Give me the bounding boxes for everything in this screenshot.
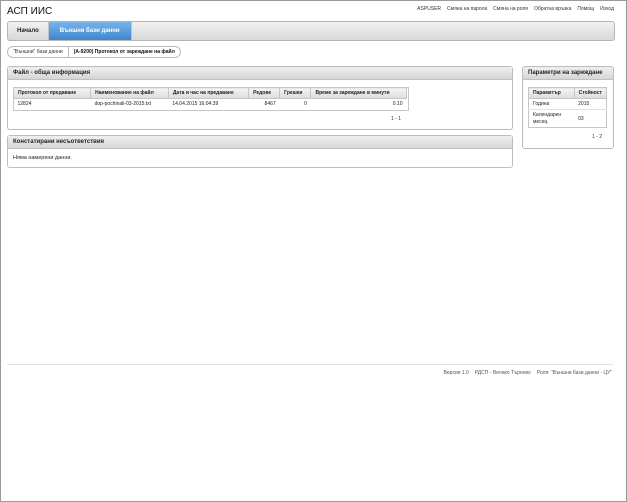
load-params-pager: 1 - 2 xyxy=(592,134,603,140)
load-params-table: Параметър Стойност Година 2015 Календаре… xyxy=(528,87,608,128)
app-title: АСП ИИС xyxy=(7,6,53,17)
col-datetime[interactable]: Дата и час на предаване xyxy=(167,87,250,99)
cell-value: 03 xyxy=(574,109,607,128)
cell-value: 2015 xyxy=(574,98,607,110)
cell-file-name: dop-pochinali-03-2015.txt xyxy=(90,98,169,109)
breadcrumb-external-db[interactable]: "Външни" бази данни xyxy=(7,46,69,58)
table-row[interactable]: Календарен месец 03 xyxy=(528,109,607,128)
cell-rows: 8467 xyxy=(248,98,280,109)
footer-divider xyxy=(7,364,613,365)
issues-panel: Констатирани несъответствия Няма намерен… xyxy=(7,135,513,168)
table-row[interactable]: 12824 dop-pochinali-03-2015.txt 14.04.20… xyxy=(13,98,407,109)
load-params-panel: Параметри на зареждане Параметър Стойнос… xyxy=(522,66,614,149)
footer-role: Роля: "Външни бази данни - ЦУ" xyxy=(536,370,612,376)
change-role-link[interactable]: Смяна на роля xyxy=(493,6,528,12)
file-info-panel: Файл - обща информация Протокол от преда… xyxy=(7,66,513,130)
logout-link[interactable]: Изход xyxy=(600,6,614,12)
table-row[interactable]: Година 2015 xyxy=(528,98,607,110)
user-link[interactable]: ASPUSER xyxy=(417,6,441,12)
load-params-panel-title: Параметри на зареждане xyxy=(523,67,613,80)
breadcrumb: "Външни" бази данни (A-9200) Протокол от… xyxy=(7,46,181,58)
nav-tab-home[interactable]: Начало xyxy=(8,22,49,40)
main-navbar: Начало Външни бази данни xyxy=(7,21,615,41)
change-password-link[interactable]: Смяна на парола xyxy=(447,6,487,12)
cell-datetime: 14.04.2015 16:04:39 xyxy=(168,98,249,109)
col-parameter[interactable]: Параметър xyxy=(528,87,575,99)
cell-parameter: Календарен месец xyxy=(528,109,575,128)
file-info-pager: 1 - 1 xyxy=(391,116,402,122)
col-rows[interactable]: Редове xyxy=(248,87,281,99)
col-value[interactable]: Стойност xyxy=(573,87,608,99)
footer-version: Версия 1.0 xyxy=(443,370,469,376)
footer-office: РДСП - Велико Търново xyxy=(474,370,531,376)
cell-protocol: 12824 xyxy=(13,98,91,109)
cell-errors: 0 xyxy=(279,98,311,109)
issues-panel-title: Констатирани несъответствия xyxy=(8,136,512,149)
col-file-name[interactable]: Наименование на файл xyxy=(90,87,169,99)
breadcrumb-current-page: (A-9200) Протокол от зареждане на файл xyxy=(68,46,181,58)
nav-tab-external-db[interactable]: Външни бази данни xyxy=(48,22,132,40)
file-info-table: Протокол от предаване Наименование на фа… xyxy=(12,87,407,109)
app-window: АСП ИИС ASPUSER Смяна на парола Смяна на… xyxy=(0,0,627,502)
file-info-panel-title: Файл - обща информация xyxy=(8,67,512,80)
help-link[interactable]: Помощ xyxy=(577,6,594,12)
col-protocol[interactable]: Протокол от предаване xyxy=(12,87,92,99)
top-links: ASPUSER Смяна на парола Смяна на роля Об… xyxy=(417,6,614,12)
no-data-message: Няма намерени данни. xyxy=(13,155,72,161)
feedback-link[interactable]: Обратна връзка xyxy=(534,6,571,12)
cell-parameter: Година xyxy=(528,98,575,110)
footer: Версия 1.0 РДСП - Велико Търново Роля: "… xyxy=(444,370,612,376)
col-errors[interactable]: Грешки xyxy=(279,87,312,99)
col-load-time[interactable]: Време за зареждане в минути xyxy=(310,87,407,99)
cell-load-time: 0.10 xyxy=(310,98,407,109)
